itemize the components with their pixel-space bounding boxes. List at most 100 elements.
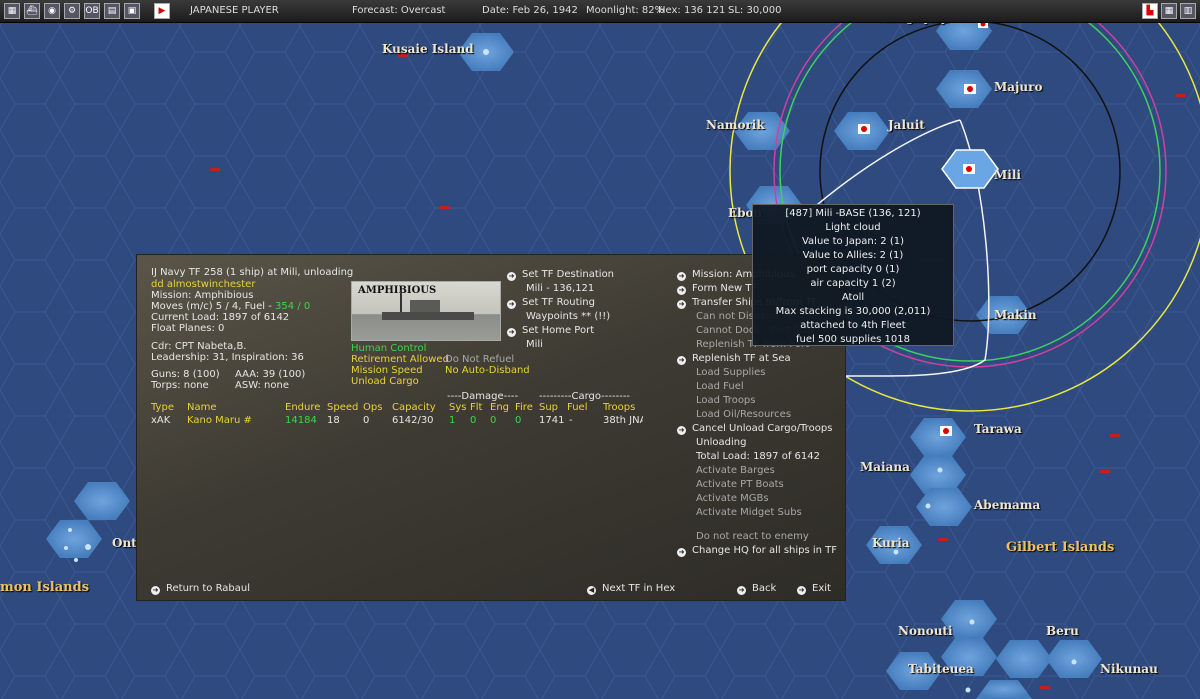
retirement-toggle[interactable]: Retirement Allowed <box>351 354 449 365</box>
ob-icon[interactable]: OB <box>84 3 100 19</box>
toolbar-icon-1[interactable]: ▦ <box>4 3 20 19</box>
date-label: Date: Feb 26, 1942 <box>482 5 578 16</box>
tooltip-line-9: attached to 4th Fleet <box>800 320 906 331</box>
change-hq-button[interactable]: ➜ Change HQ for all ships in TF <box>677 545 837 557</box>
map-label-kuria: Kuria <box>872 536 910 550</box>
map-label-beru: Beru <box>1046 624 1079 638</box>
map-label-jaluit: Jaluit <box>888 118 925 132</box>
tf-torps: Torps: none <box>151 380 209 391</box>
toolbar-icon-4[interactable]: ⚙ <box>64 3 80 19</box>
arrow-right-icon: ➜ <box>507 272 516 281</box>
col-speed: Speed <box>327 402 359 413</box>
refuel-toggle[interactable]: Do Not Refuel <box>445 354 514 365</box>
arrow-right-icon: ➜ <box>677 300 686 309</box>
unloading-status: Unloading <box>696 437 747 448</box>
replenish-at-sea-button[interactable]: ➜ Replenish TF at Sea <box>677 353 791 365</box>
toolbar-icon-7[interactable]: ▣ <box>124 3 140 19</box>
arrow-left-icon: ◀ <box>587 586 596 595</box>
col-endure: Endure <box>285 402 321 413</box>
tf-asw: ASW: none <box>235 380 289 391</box>
arrow-right-icon: ➜ <box>797 586 806 595</box>
total-load-status: Total Load: 1897 of 6142 <box>696 451 820 462</box>
arrow-right-icon: ➜ <box>677 272 686 281</box>
tf-current-load: Current Load: 1897 of 6142 <box>151 312 290 323</box>
col-name: Name <box>187 402 217 413</box>
col-sys: Sys <box>449 402 467 413</box>
tooltip-line-1: [487] Mili -BASE (136, 121) <box>785 208 921 219</box>
player-label: JAPANESE PLAYER <box>190 5 279 16</box>
set-routing-button[interactable]: ➜ Set TF Routing <box>507 297 595 309</box>
hex-label: Hex: 136 121 <box>658 5 726 16</box>
cargo-header: ---------Cargo-------- <box>539 391 631 402</box>
tooltip-line-4: Value to Allies: 2 (1) <box>802 250 904 261</box>
load-troops-label: Load Troops <box>696 395 756 406</box>
right-toolbar-icon-1[interactable]: ▙ <box>1142 3 1158 19</box>
cell-fire: 0 <box>515 415 522 426</box>
col-flt: Flt <box>470 402 483 413</box>
moonlight-label: Moonlight: 82% <box>586 5 665 16</box>
col-ops: Ops <box>363 402 383 413</box>
cell-name[interactable]: Kano Maru # <box>187 415 252 426</box>
col-eng: Eng <box>490 402 510 413</box>
arrow-right-icon: ➜ <box>507 328 516 337</box>
play-turn-icon[interactable]: ▶ <box>154 3 170 19</box>
set-home-port-button[interactable]: ➜ Set Home Port <box>507 325 594 337</box>
back-button[interactable]: ➜ Back <box>737 583 776 595</box>
tooltip-line-7: Atoll <box>841 292 865 303</box>
mission-speed-toggle[interactable]: Mission Speed <box>351 365 423 376</box>
load-fuel-label: Load Fuel <box>696 381 744 392</box>
arrow-right-icon: ➜ <box>507 300 516 309</box>
map-label-nikunau: Nikunau <box>1100 662 1158 676</box>
cancel-unload-button[interactable]: ➜ Cancel Unload Cargo/Troops <box>677 423 832 435</box>
cell-type: xAK <box>151 415 171 426</box>
activate-barges-label: Activate Barges <box>696 465 775 476</box>
photo-caption: AMPHIBIOUS <box>358 285 437 296</box>
unload-cargo-toggle[interactable]: Unload Cargo <box>351 376 419 387</box>
hex-info-tooltip: [487] Mili -BASE (136, 121) Light cloud … <box>752 204 954 346</box>
cell-flt: 0 <box>470 415 477 426</box>
col-troops: Troops <box>603 402 636 413</box>
return-to-rabaul-button[interactable]: ➜ Return to Rabaul <box>151 583 250 595</box>
destination-value: Mili - 136,121 <box>526 283 595 294</box>
tf-cdr[interactable]: Cdr: CPT Nabeta,B. <box>151 341 247 352</box>
forecast-label: Forecast: Overcast <box>352 5 446 16</box>
right-toolbar-icon-3[interactable]: ▥ <box>1180 3 1196 19</box>
toolbar-icon-3[interactable]: ◉ <box>44 3 60 19</box>
cell-sup: 1741 <box>539 415 565 426</box>
arrow-right-icon: ➜ <box>677 356 686 365</box>
toolbar-icon-6[interactable]: ▤ <box>104 3 120 19</box>
form-new-tf-button[interactable]: ➜ Form New TF <box>677 283 757 295</box>
map-label-mili: Mili <box>994 168 1021 182</box>
map-label-makin: Makin <box>994 308 1037 322</box>
activate-mgbs-label: Activate MGBs <box>696 493 769 504</box>
tf-float-planes: Float Planes: 0 <box>151 323 225 334</box>
toolbar-icon-2[interactable]: ⛴ <box>24 3 40 19</box>
col-fuel: Fuel <box>567 402 588 413</box>
tf-leadership: Leadership: 31, Inspiration: 36 <box>151 352 304 363</box>
tf-commander-link[interactable]: dd almostwinchester <box>151 279 255 290</box>
cell-troops: 38th JNAF AF Ur <box>603 415 643 426</box>
arrow-right-icon: ➜ <box>677 426 686 435</box>
arrow-right-icon: ➜ <box>677 286 686 295</box>
cell-eng: 0 <box>490 415 497 426</box>
map-label-nonouti: Nonouti <box>898 624 953 638</box>
cell-fuel: - <box>569 415 573 426</box>
human-control-toggle[interactable]: Human Control <box>351 343 426 354</box>
right-toolbar-icon-2[interactable]: ▦ <box>1161 3 1177 19</box>
home-port-value: Mili <box>526 339 543 350</box>
tf-mission: Mission: Amphibious <box>151 290 254 301</box>
ship-photo: AMPHIBIOUS <box>351 281 501 341</box>
tf-aaa: AAA: 39 (100) <box>235 369 306 380</box>
col-sup: Sup <box>539 402 559 413</box>
map-label-tabiteuea: Tabiteuea <box>908 662 974 676</box>
tooltip-line-6: air capacity 1 (2) <box>810 278 896 289</box>
no-react-label: Do not react to enemy <box>696 531 809 542</box>
col-type: Type <box>151 402 174 413</box>
exit-button[interactable]: ➜ Exit <box>797 583 831 595</box>
next-tf-button[interactable]: ◀ Next TF in Hex <box>587 583 675 595</box>
map-label-abemama: Abemama <box>974 498 1041 512</box>
set-destination-button[interactable]: ➜ Set TF Destination <box>507 269 614 281</box>
col-capacity: Capacity <box>392 402 436 413</box>
auto-disband-toggle[interactable]: No Auto-Disband <box>445 365 530 376</box>
tf-title: IJ Navy TF 258 (1 ship) at Mili, unloadi… <box>151 267 354 278</box>
